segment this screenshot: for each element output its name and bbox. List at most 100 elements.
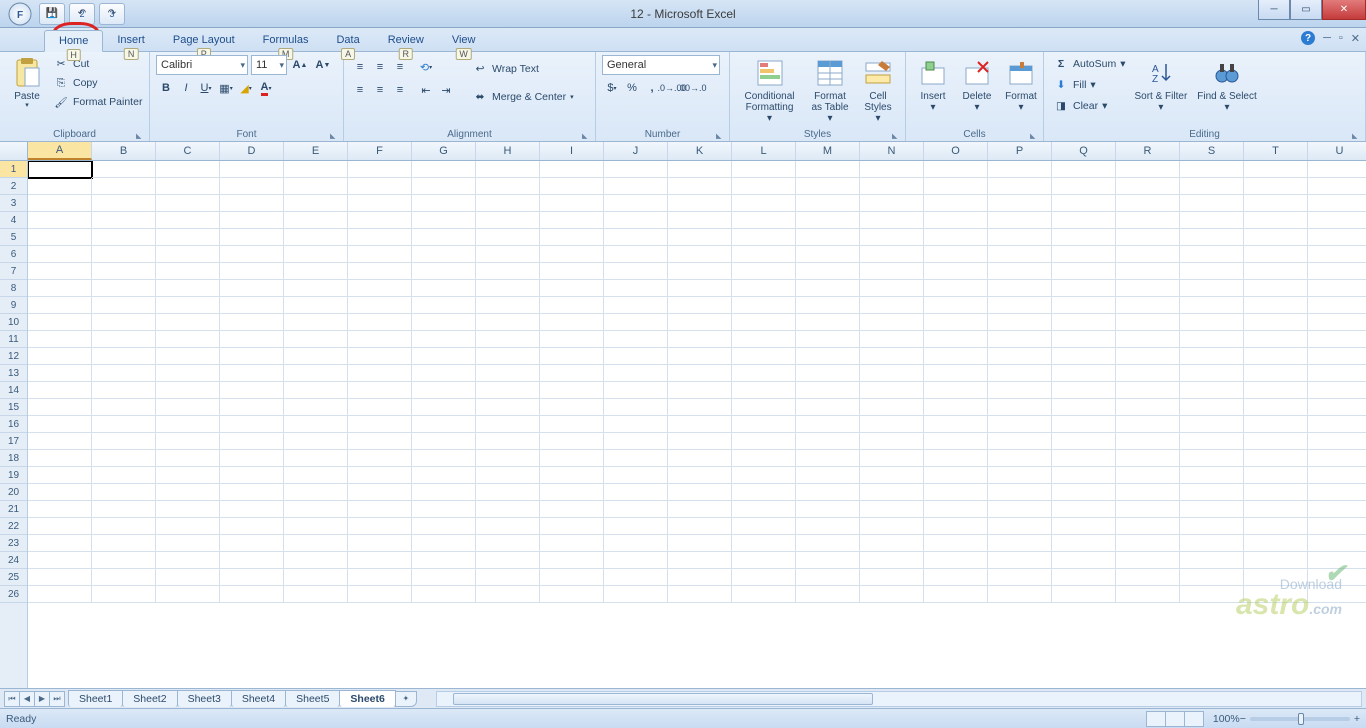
cell[interactable] [348,586,412,603]
cell[interactable] [924,416,988,433]
cell[interactable] [1180,586,1244,603]
cell[interactable] [988,314,1052,331]
cell[interactable] [860,195,924,212]
row-header[interactable]: 8 [0,280,27,297]
cell[interactable] [284,399,348,416]
cell[interactable] [92,178,156,195]
qat-save[interactable]: 💾1 [39,3,65,25]
cell[interactable] [604,586,668,603]
cell[interactable] [156,433,220,450]
sheet-tab[interactable]: Sheet4 [231,690,286,707]
cell[interactable] [1180,416,1244,433]
cell[interactable] [476,246,540,263]
cell[interactable] [1308,467,1366,484]
cell[interactable] [476,229,540,246]
align-right-button[interactable]: ≡ [390,80,410,100]
cell[interactable] [412,535,476,552]
fill-button[interactable]: ⬇Fill ▾ [1050,76,1128,94]
row-header[interactable]: 11 [0,331,27,348]
cell[interactable] [220,229,284,246]
font-color-button[interactable]: A▾ [256,78,276,98]
cell[interactable] [732,552,796,569]
cell[interactable] [28,229,92,246]
cell[interactable] [540,161,604,178]
cell[interactable] [92,569,156,586]
cell[interactable] [28,331,92,348]
cell[interactable] [220,263,284,280]
cell[interactable] [28,263,92,280]
cell[interactable] [924,263,988,280]
cell[interactable] [604,331,668,348]
cell[interactable] [1116,331,1180,348]
cell[interactable] [348,212,412,229]
cell[interactable] [668,331,732,348]
cell[interactable] [92,195,156,212]
column-header[interactable]: L [732,142,796,160]
format-painter-button[interactable]: 🖌Format Painter [50,93,145,111]
cell[interactable] [1052,161,1116,178]
cell[interactable] [284,586,348,603]
cell[interactable] [348,297,412,314]
cell[interactable] [92,161,156,178]
cell[interactable] [796,178,860,195]
cell[interactable] [668,297,732,314]
cell[interactable] [348,178,412,195]
cell[interactable] [1052,212,1116,229]
align-top-button[interactable]: ≡ [350,57,370,77]
cell[interactable] [220,433,284,450]
cell[interactable] [540,433,604,450]
sheet-tab[interactable]: Sheet3 [177,690,232,707]
cell[interactable] [1244,518,1308,535]
row-header[interactable]: 23 [0,535,27,552]
cell[interactable] [1116,535,1180,552]
cell[interactable] [284,178,348,195]
cell[interactable] [28,382,92,399]
column-header[interactable]: N [860,142,924,160]
cell[interactable] [348,365,412,382]
cell[interactable] [924,229,988,246]
cell-grid[interactable]: ✔ Download astro.com [28,161,1366,688]
cell[interactable] [924,348,988,365]
cell[interactable] [924,501,988,518]
help-icon[interactable]: ? [1301,31,1315,45]
cell[interactable] [668,484,732,501]
cell[interactable] [156,365,220,382]
cell[interactable] [988,535,1052,552]
cell[interactable] [28,416,92,433]
cell[interactable] [924,399,988,416]
tab-insert[interactable]: InsertN [103,30,159,51]
mdi-minimize-icon[interactable]: ─ [1323,32,1331,44]
row-header[interactable]: 12 [0,348,27,365]
cell[interactable] [668,586,732,603]
cell[interactable] [1180,212,1244,229]
qat-undo[interactable]: ↶2 [69,3,95,25]
cell[interactable] [284,195,348,212]
merge-center-button[interactable]: ⬌Merge & Center ▾ [469,88,577,106]
cell[interactable] [604,161,668,178]
cell[interactable] [348,433,412,450]
cell[interactable] [732,297,796,314]
cell[interactable] [1116,314,1180,331]
cell[interactable] [412,382,476,399]
cell[interactable] [1116,195,1180,212]
cell[interactable] [220,552,284,569]
format-as-table-button[interactable]: Format as Table ▾ [805,55,855,126]
align-middle-button[interactable]: ≡ [370,57,390,77]
cell[interactable] [1308,382,1366,399]
cell[interactable] [1244,569,1308,586]
cell[interactable] [796,161,860,178]
cell[interactable] [796,535,860,552]
cell[interactable] [604,501,668,518]
cell[interactable] [476,348,540,365]
column-header[interactable]: I [540,142,604,160]
page-break-view-button[interactable] [1184,711,1204,727]
cell[interactable] [668,399,732,416]
cell[interactable] [92,331,156,348]
cell[interactable] [28,178,92,195]
cell[interactable] [220,450,284,467]
cell[interactable] [1244,280,1308,297]
cell[interactable] [1116,246,1180,263]
cell[interactable] [604,467,668,484]
cell[interactable] [1244,586,1308,603]
cell[interactable] [604,229,668,246]
